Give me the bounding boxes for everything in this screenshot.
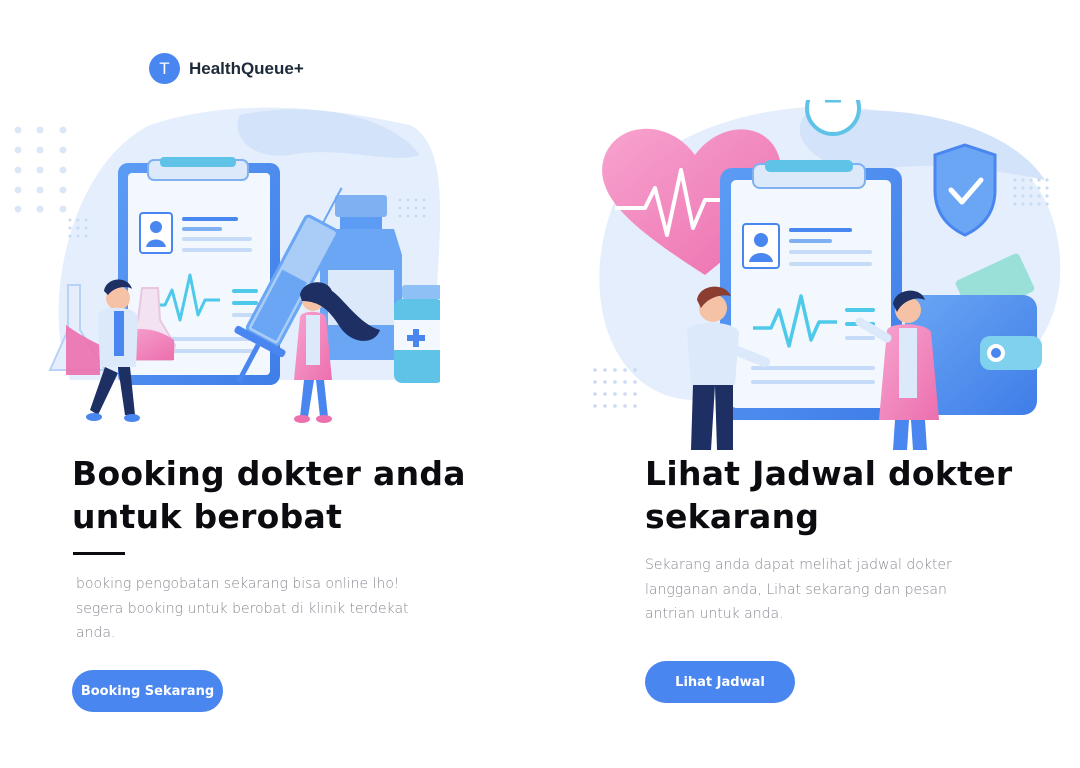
card-description-schedule: Sekarang anda dapat melihat jadwal dokte…	[645, 557, 952, 622]
booking-now-button[interactable]: Booking Sekarang	[72, 670, 223, 712]
logo-mark: T	[149, 53, 180, 84]
card-title-booking: Booking dokter anda untuk berobat	[72, 454, 466, 536]
card-description-booking: booking pengobatan sekarang bisa online …	[76, 576, 409, 641]
view-schedule-button[interactable]: Lihat Jadwal	[645, 661, 795, 703]
booking-illustration	[14, 107, 440, 423]
brand-name: HealthQueue+	[189, 58, 304, 78]
brand-logo[interactable]: T HealthQueue+	[149, 53, 304, 84]
schedule-illustration	[593, 100, 1061, 450]
card-title-schedule: Lihat Jadwal dokter sekarang	[645, 454, 1013, 536]
title-divider	[73, 552, 125, 555]
